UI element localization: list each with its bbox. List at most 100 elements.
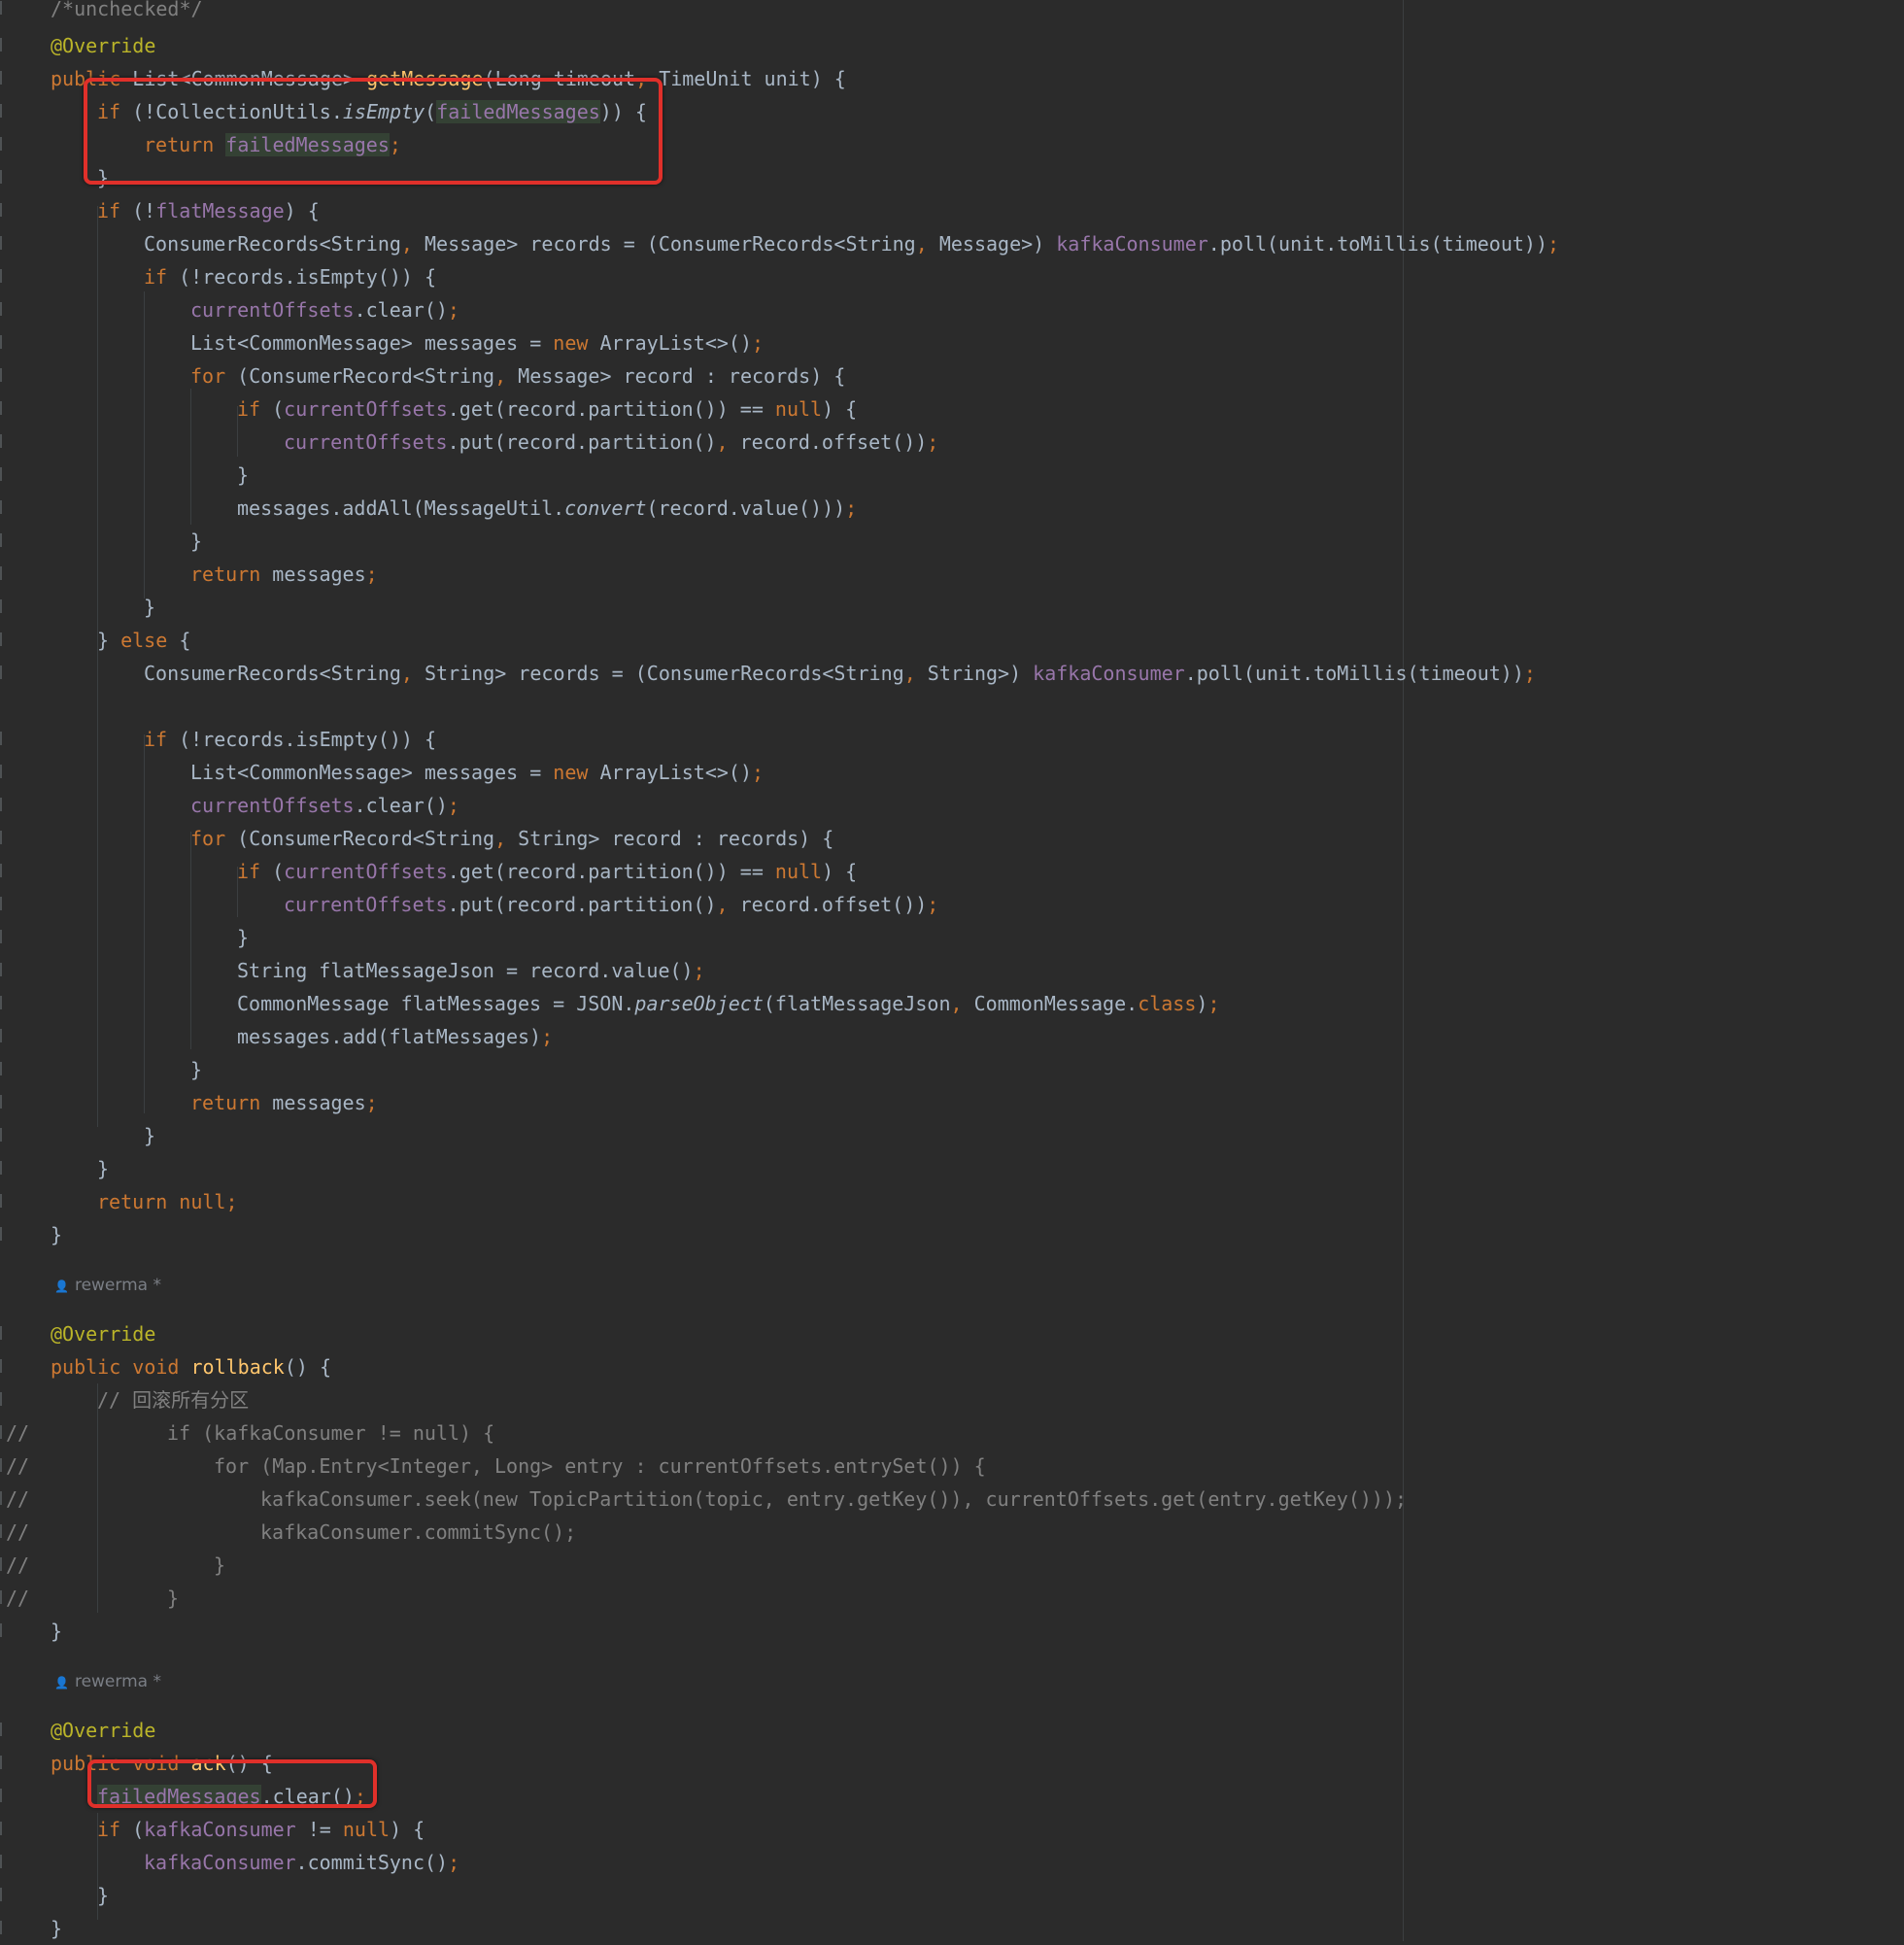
line-comment-marker: //: [6, 1487, 30, 1511]
code-token: .put(record.partition(): [447, 430, 717, 454]
code-token: currentOffsets: [284, 397, 448, 421]
code-text: if (currentOffsets.get(record.partition(…: [237, 392, 857, 426]
code-line[interactable]: }: [0, 525, 1904, 558]
code-line[interactable]: messages.addAll(MessageUtil.convert(reco…: [0, 492, 1904, 525]
code-line[interactable]: if (currentOffsets.get(record.partition(…: [0, 392, 1904, 426]
code-text: if (currentOffsets.get(record.partition(…: [237, 855, 857, 888]
code-line[interactable]: }: [0, 591, 1904, 624]
code-line[interactable]: // for (Map.Entry<Integer, Long> entry : …: [0, 1450, 1904, 1483]
gutter-marker: [0, 1359, 2, 1373]
code-line[interactable]: // if (kafkaConsumer != null) {: [0, 1416, 1904, 1450]
code-line[interactable]: currentOffsets.put(record.partition(), r…: [0, 426, 1904, 459]
code-line[interactable]: @Override: [0, 1317, 1904, 1350]
author-hint-ack[interactable]: 👤 rewerma *: [54, 1667, 161, 1696]
code-line[interactable]: messages.add(flatMessages);: [0, 1020, 1904, 1053]
code-token: kafkaConsumer.commitSync();: [260, 1520, 577, 1544]
gutter-marker: [0, 897, 2, 910]
code-line[interactable]: if (!flatMessage) {: [0, 194, 1904, 227]
gutter-marker: [0, 1723, 2, 1736]
code-line[interactable]: }: [0, 1912, 1904, 1945]
code-text: }: [97, 1152, 109, 1185]
code-line[interactable]: kafkaConsumer.commitSync();: [0, 1846, 1904, 1879]
code-line[interactable]: public void rollback() {: [0, 1350, 1904, 1383]
gutter-marker: [0, 335, 2, 349]
code-line[interactable]: currentOffsets.clear();: [0, 789, 1904, 822]
gutter-marker: [0, 1227, 2, 1241]
code-line[interactable]: //}: [0, 1549, 1904, 1582]
code-line[interactable]: [0, 1648, 1904, 1681]
code-token: ;: [365, 1091, 378, 1114]
code-line[interactable]: List<CommonMessage> messages = new Array…: [0, 326, 1904, 359]
code-line[interactable]: }: [0, 1152, 1904, 1185]
code-text: }: [97, 1879, 109, 1912]
author-hint-rollback[interactable]: 👤 rewerma *: [54, 1271, 161, 1300]
code-token: Message> record : records) {: [518, 364, 846, 388]
code-line[interactable]: if (!records.isEmpty()) {: [0, 260, 1904, 293]
code-text: return messages;: [190, 558, 378, 591]
code-line[interactable]: if (!records.isEmpty()) {: [0, 723, 1904, 756]
code-token: if: [237, 397, 273, 421]
code-line[interactable]: @Override: [0, 1714, 1904, 1747]
code-line[interactable]: }: [0, 921, 1904, 954]
code-line[interactable]: for (ConsumerRecord<String, String> reco…: [0, 822, 1904, 855]
code-line[interactable]: List<CommonMessage> messages = new Array…: [0, 756, 1904, 789]
code-line[interactable]: for (ConsumerRecord<String, Message> rec…: [0, 359, 1904, 392]
code-line[interactable]: // kafkaConsumer.seek(new TopicPartition(…: [0, 1483, 1904, 1516]
code-text: kafkaConsumer.commitSync();: [144, 1846, 459, 1879]
code-text: }: [51, 1912, 62, 1945]
line-comment-marker: //: [6, 1520, 30, 1544]
code-token: .poll(unit.toMillis(timeout)): [1184, 662, 1524, 685]
code-line[interactable]: }: [0, 1218, 1904, 1251]
code-editor[interactable]: /*unchecked*/@Override public List<Common…: [0, 0, 1904, 1941]
code-line[interactable]: return null;: [0, 1185, 1904, 1218]
code-line[interactable]: @Override: [0, 29, 1904, 62]
code-line[interactable]: if (currentOffsets.get(record.partition(…: [0, 855, 1904, 888]
code-token: }: [237, 926, 250, 949]
gutter-marker: [0, 1888, 2, 1901]
indent-guide: [144, 291, 145, 598]
line-comment-marker: //: [6, 1454, 30, 1478]
code-token: {: [179, 629, 191, 652]
code-token: for: [190, 827, 238, 850]
gutter-marker: [0, 269, 2, 283]
gutter-marker: [0, 38, 2, 51]
code-text: currentOffsets.clear();: [190, 789, 459, 822]
gutter-marker: [0, 1029, 2, 1042]
code-token: }: [51, 1223, 63, 1246]
code-line[interactable]: [0, 690, 1904, 723]
code-line[interactable]: ConsumerRecords<String, Message> records…: [0, 227, 1904, 260]
code-line[interactable]: /*unchecked*/: [0, 0, 1904, 25]
code-line[interactable]: }: [0, 1053, 1904, 1086]
code-line[interactable]: return messages;: [0, 558, 1904, 591]
code-line[interactable]: // kafkaConsumer.commitSync();: [0, 1516, 1904, 1549]
code-line[interactable]: }: [0, 1119, 1904, 1152]
code-line[interactable]: ConsumerRecords<String, String> records …: [0, 657, 1904, 690]
code-token: (ConsumerRecord<String: [237, 827, 495, 850]
code-line[interactable]: String flatMessageJson = record.value();: [0, 954, 1904, 987]
code-line[interactable]: currentOffsets.put(record.partition(), r…: [0, 888, 1904, 921]
code-text: }: [214, 1549, 225, 1582]
code-token: }: [144, 1124, 156, 1147]
code-token: ;: [448, 1851, 460, 1874]
code-line[interactable]: } else {: [0, 624, 1904, 657]
code-token: String> record : records) {: [518, 827, 834, 850]
code-line[interactable]: if (kafkaConsumer != null) {: [0, 1813, 1904, 1846]
code-line[interactable]: CommonMessage flatMessages = JSON.parseO…: [0, 987, 1904, 1020]
code-line[interactable]: [0, 1251, 1904, 1284]
gutter-marker: [0, 1822, 2, 1835]
gutter-marker: [0, 732, 2, 745]
code-token: !=: [295, 1818, 343, 1841]
author-name: rewerma *: [74, 1276, 161, 1295]
gutter-marker: [0, 1855, 2, 1868]
code-line[interactable]: [0, 1284, 1904, 1317]
code-text: messages.add(flatMessages);: [237, 1020, 553, 1053]
code-line[interactable]: }: [0, 1879, 1904, 1912]
code-line[interactable]: return messages;: [0, 1086, 1904, 1119]
code-line[interactable]: }: [0, 1615, 1904, 1648]
code-line[interactable]: [0, 1681, 1904, 1714]
code-line[interactable]: //}: [0, 1582, 1904, 1615]
code-line[interactable]: }: [0, 459, 1904, 492]
code-line[interactable]: // 回滚所有分区: [0, 1383, 1904, 1416]
code-token: /*unchecked*/: [51, 0, 203, 20]
code-line[interactable]: currentOffsets.clear();: [0, 293, 1904, 326]
